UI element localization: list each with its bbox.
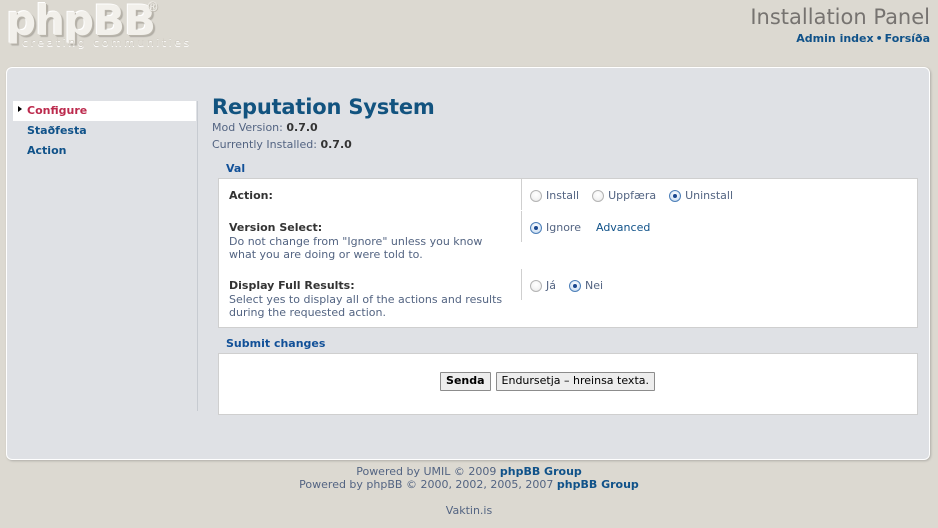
radio-icon-selected[interactable]: [669, 190, 681, 202]
header-right: Installation Panel Admin index•Forsíða: [750, 4, 930, 45]
radio-label: Nei: [585, 279, 603, 292]
sidebar-item-configure[interactable]: Configure: [13, 101, 196, 121]
link-separator: •: [874, 32, 885, 45]
field-title: Display Full Results:: [229, 279, 511, 292]
sidebar-item-label: Action: [27, 144, 66, 157]
field-label-version-select: Version Select: Do not change from "Igno…: [219, 211, 521, 269]
options-legend: Val: [212, 162, 924, 176]
radio-icon[interactable]: [592, 190, 604, 202]
radio-label: Já: [546, 279, 556, 292]
link-forsida[interactable]: Forsíða: [885, 32, 930, 45]
radio-icon-selected[interactable]: [569, 280, 581, 292]
submit-legend: Submit changes: [212, 337, 924, 351]
field-description: Do not change from "Ignore" unless you k…: [229, 235, 511, 261]
field-control-display-full-results: Já Nei: [521, 269, 917, 300]
mod-title: Reputation System: [212, 95, 924, 119]
footer-phpbb-group-link-2[interactable]: phpBB Group: [557, 478, 639, 491]
page-header: phpBB ® creating communities Installatio…: [0, 0, 938, 58]
field-row-action: Action: Install Uppfæra: [219, 179, 917, 211]
registered-trademark-icon: ®: [146, 0, 159, 15]
logo-tagline: creating communities: [22, 36, 192, 49]
radio-group-action: Install Uppfæra Uninstall: [530, 189, 917, 202]
sidebar-nav: Configure Staðfesta Action: [13, 101, 198, 411]
field-control-action: Install Uppfæra Uninstall: [521, 179, 917, 210]
field-row-display-full-results: Display Full Results: Select yes to disp…: [219, 269, 917, 327]
field-row-version-select: Version Select: Do not change from "Igno…: [219, 211, 917, 269]
field-description: Select yes to display all of the actions…: [229, 293, 511, 319]
submit-fieldset: Senda Endursetja – hreinsa texta.: [218, 353, 918, 415]
sidebar-item-stadfesta[interactable]: Staðfesta: [13, 121, 197, 141]
radio-option-uninstall[interactable]: Uninstall: [669, 189, 733, 202]
radio-option-ignore[interactable]: Ignore: [530, 221, 581, 234]
radio-option-ja[interactable]: Já: [530, 279, 556, 292]
advanced-link[interactable]: Advanced: [596, 221, 650, 234]
radio-label: Uppfæra: [608, 189, 656, 202]
footer-umil-text: Powered by UMIL © 2009: [356, 465, 500, 478]
field-label-action: Action:: [219, 179, 521, 211]
sidebar-item-action[interactable]: Action: [13, 141, 197, 161]
installed-label: Currently Installed:: [212, 138, 317, 151]
arrow-right-icon: [18, 106, 22, 112]
field-control-version-select: Ignore Advanced: [521, 211, 917, 242]
reset-button[interactable]: Endursetja – hreinsa texta.: [496, 372, 655, 391]
page-title: Installation Panel: [750, 4, 930, 30]
radio-group-display-full-results: Já Nei: [530, 279, 917, 292]
options-fieldset: Action: Install Uppfæra: [218, 178, 918, 328]
phpbb-logo[interactable]: phpBB ® creating communities: [6, 0, 176, 54]
radio-group-version-select: Ignore Advanced: [530, 221, 917, 234]
radio-option-nei[interactable]: Nei: [569, 279, 603, 292]
radio-label: Install: [546, 189, 579, 202]
radio-option-uppfaera[interactable]: Uppfæra: [592, 189, 656, 202]
link-admin-index[interactable]: Admin index: [796, 32, 873, 45]
radio-icon-selected[interactable]: [530, 222, 542, 234]
footer-phpbb-group-link[interactable]: phpBB Group: [500, 465, 582, 478]
radio-icon[interactable]: [530, 190, 542, 202]
submit-button-group: Senda Endursetja – hreinsa texta.: [440, 372, 655, 391]
mod-version-label: Mod Version:: [212, 121, 283, 134]
main-panel: Configure Staðfesta Action Reputation Sy…: [6, 67, 930, 460]
radio-option-install[interactable]: Install: [530, 189, 579, 202]
footer-line-umil: Powered by UMIL © 2009 phpBB Group: [0, 465, 938, 478]
content-area: Reputation System Mod Version: 0.7.0 Cur…: [212, 95, 924, 415]
installed-version-line: Currently Installed: 0.7.0: [212, 137, 924, 153]
header-nav-links: Admin index•Forsíða: [750, 32, 930, 45]
mod-version-line: Mod Version: 0.7.0: [212, 120, 924, 136]
radio-label: Uninstall: [685, 189, 733, 202]
field-title: Action:: [229, 189, 511, 202]
sidebar-item-label: Staðfesta: [27, 124, 87, 137]
submit-button[interactable]: Senda: [440, 372, 491, 391]
mod-version-value: 0.7.0: [286, 121, 317, 134]
sidebar-item-label: Configure: [27, 104, 87, 117]
field-label-display-full-results: Display Full Results: Select yes to disp…: [219, 269, 521, 327]
footer-site-name: Vaktin.is: [0, 504, 938, 517]
installed-value: 0.7.0: [320, 138, 351, 151]
radio-label: Ignore: [546, 221, 581, 234]
radio-icon[interactable]: [530, 280, 542, 292]
page-footer: Powered by UMIL © 2009 phpBB Group Power…: [0, 465, 938, 517]
footer-line-phpbb: Powered by phpBB © 2000, 2002, 2005, 200…: [0, 478, 938, 491]
footer-phpbb-text: Powered by phpBB © 2000, 2002, 2005, 200…: [299, 478, 557, 491]
field-title: Version Select:: [229, 221, 511, 234]
